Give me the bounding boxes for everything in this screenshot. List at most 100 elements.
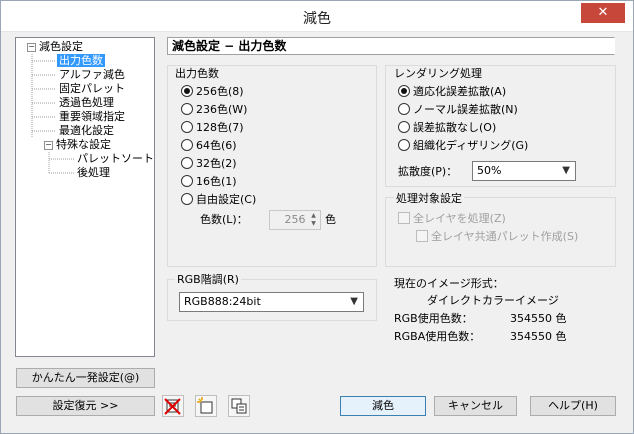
tree-item-label: 重要領域指定: [59, 110, 125, 123]
window-title: 減色: [303, 11, 331, 27]
radio-icon[interactable]: [181, 157, 193, 169]
radio-icon[interactable]: [181, 121, 193, 133]
tree-item-post-process[interactable]: 後処理: [75, 166, 112, 180]
checkbox-all-layers[interactable]: 全レイヤを処理(Z): [398, 211, 506, 227]
radio-selected-icon[interactable]: [181, 85, 193, 97]
radio-label: 128色(7): [196, 121, 244, 134]
diffusion-select[interactable]: 50% ▼: [472, 161, 576, 181]
collapse-icon[interactable]: −: [27, 42, 36, 52]
radio-64-colors[interactable]: 64色(6): [181, 138, 237, 154]
tree-item-label: パレットソート: [77, 152, 154, 165]
radio-ordered-dither[interactable]: 組織化ディザリング(G): [398, 138, 528, 154]
checkbox-icon[interactable]: [398, 212, 410, 224]
radio-label: 64色(6): [196, 139, 237, 152]
tree-item-label: 特殊な設定: [56, 138, 111, 151]
radio-no-diffusion[interactable]: 誤差拡散なし(O): [398, 120, 496, 136]
tree-item-important-region[interactable]: 重要領域指定: [57, 110, 127, 124]
rgb-gradation-select[interactable]: RGB888:24bit ▼: [179, 292, 364, 312]
copy-icon: [231, 398, 247, 414]
tree-item-output-colors[interactable]: 出力色数: [57, 54, 105, 68]
section-title: 減色設定 − 出力色数: [167, 37, 615, 55]
checkbox-icon[interactable]: [416, 230, 428, 242]
stepper-arrows-icon[interactable]: ▲ ▼: [308, 212, 319, 228]
radio-icon[interactable]: [398, 103, 410, 115]
checkbox-shared-palette[interactable]: 全レイヤ共通パレット作成(S): [416, 229, 578, 245]
new-file-icon: [197, 397, 213, 414]
settings-tree[interactable]: − 減色設定 出力色数 アルファ減色 固定パレット 透過色処理 重要領域指定 最適…: [15, 37, 155, 357]
tree-item-label: 後処理: [77, 166, 110, 179]
radio-icon[interactable]: [181, 175, 193, 187]
radio-selected-icon[interactable]: [398, 85, 410, 97]
color-count-unit: 色: [325, 213, 336, 226]
tree-item-label: 最適化設定: [59, 124, 114, 137]
rgb-gradation-value: RGB888:24bit: [184, 295, 261, 308]
rgba-count-label: RGBA使用色数：: [394, 330, 481, 343]
rgba-count-value: 354550 色: [510, 330, 567, 343]
color-count-stepper[interactable]: 256 ▲ ▼: [269, 210, 321, 230]
help-button[interactable]: ヘルプ(H): [530, 396, 616, 416]
cancel-button[interactable]: キャンセル: [434, 396, 517, 416]
radio-label: 256色(8): [196, 85, 244, 98]
tree-item-transparency[interactable]: 透過色処理: [57, 96, 116, 110]
checkbox-label: 全レイヤを処理(Z): [413, 212, 506, 225]
rgb-count-value: 354550 色: [510, 312, 567, 325]
dialog-window: 減色 ✕ − 減色設定 出力色数 アルファ減色 固定パレット 透過色処理 重要領…: [0, 0, 634, 434]
radio-icon[interactable]: [398, 139, 410, 151]
radio-custom-colors[interactable]: 自由設定(C): [181, 192, 256, 208]
radio-label: 自由設定(C): [196, 193, 257, 206]
radio-236-colors[interactable]: 236色(W): [181, 102, 247, 118]
output-colors-group-label: 出力色数: [175, 67, 219, 80]
radio-label: 16色(1): [196, 175, 237, 188]
image-format-value: ダイレクトカラーイメージ: [427, 294, 559, 307]
restore-settings-button[interactable]: 設定復元 >>: [16, 396, 155, 416]
radio-label: ノーマル誤差拡散(N): [413, 103, 518, 116]
checkbox-label: 全レイヤ共通パレット作成(S): [431, 230, 579, 243]
radio-label: 適応化誤差拡散(A): [413, 85, 507, 98]
radio-label: 236色(W): [196, 103, 248, 116]
diffusion-value: 50%: [477, 164, 502, 177]
delete-settings-button[interactable]: [162, 395, 184, 417]
chevron-down-icon[interactable]: ▼: [562, 162, 570, 180]
image-format-label: 現在のイメージ形式：: [394, 277, 504, 290]
radio-icon[interactable]: [181, 139, 193, 151]
tree-item-label: アルファ減色: [59, 68, 125, 81]
collapse-icon[interactable]: −: [44, 140, 53, 150]
title-bar: 減色 ✕: [1, 1, 633, 32]
tree-item-special-settings[interactable]: − 特殊な設定: [44, 138, 113, 152]
rgb-gradation-label: RGB階調(R): [175, 273, 241, 286]
target-group-label: 処理対象設定: [394, 192, 464, 205]
diffusion-label: 拡散度(P)：: [398, 165, 458, 178]
radio-128-colors[interactable]: 128色(7): [181, 120, 244, 136]
radio-icon[interactable]: [181, 103, 193, 115]
close-button[interactable]: ✕: [581, 3, 625, 23]
quick-setup-button[interactable]: かんたん一発設定(@): [16, 368, 155, 388]
radio-icon[interactable]: [181, 193, 193, 205]
chevron-down-icon[interactable]: ▼: [350, 293, 358, 311]
radio-normal-diffusion[interactable]: ノーマル誤差拡散(N): [398, 102, 518, 118]
tree-item-optimization[interactable]: 最適化設定: [57, 124, 116, 138]
tree-item-alpha-reduce[interactable]: アルファ減色: [57, 68, 127, 82]
tree-item-palette-sort[interactable]: パレットソート: [75, 152, 156, 166]
tree-item-reduce-settings[interactable]: − 減色設定: [27, 40, 85, 54]
radio-32-colors[interactable]: 32色(2): [181, 156, 237, 172]
radio-16-colors[interactable]: 16色(1): [181, 174, 237, 190]
new-settings-button[interactable]: [195, 395, 217, 417]
radio-256-colors[interactable]: 256色(8): [181, 84, 244, 100]
rendering-group-label: レンダリング処理: [394, 67, 482, 80]
reduce-button[interactable]: 減色: [340, 396, 426, 416]
radio-label: 組織化ディザリング(G): [413, 139, 529, 152]
rgb-count-label: RGB使用色数：: [394, 312, 473, 325]
tree-item-label: 出力色数: [57, 54, 105, 67]
radio-label: 誤差拡散なし(O): [413, 121, 497, 134]
delete-icon: [164, 398, 181, 415]
radio-adaptive-diffusion[interactable]: 適応化誤差拡散(A): [398, 84, 506, 100]
tree-item-label: 固定パレット: [59, 82, 125, 95]
radio-icon[interactable]: [398, 121, 410, 133]
tree-item-fixed-palette[interactable]: 固定パレット: [57, 82, 127, 96]
color-count-label: 色数(L)：: [200, 213, 248, 226]
color-count-value: 256: [284, 213, 306, 226]
radio-label: 32色(2): [196, 157, 237, 170]
tree-item-label: 透過色処理: [59, 96, 114, 109]
copy-settings-button[interactable]: [228, 395, 250, 417]
tree-item-label: 減色設定: [39, 40, 83, 53]
